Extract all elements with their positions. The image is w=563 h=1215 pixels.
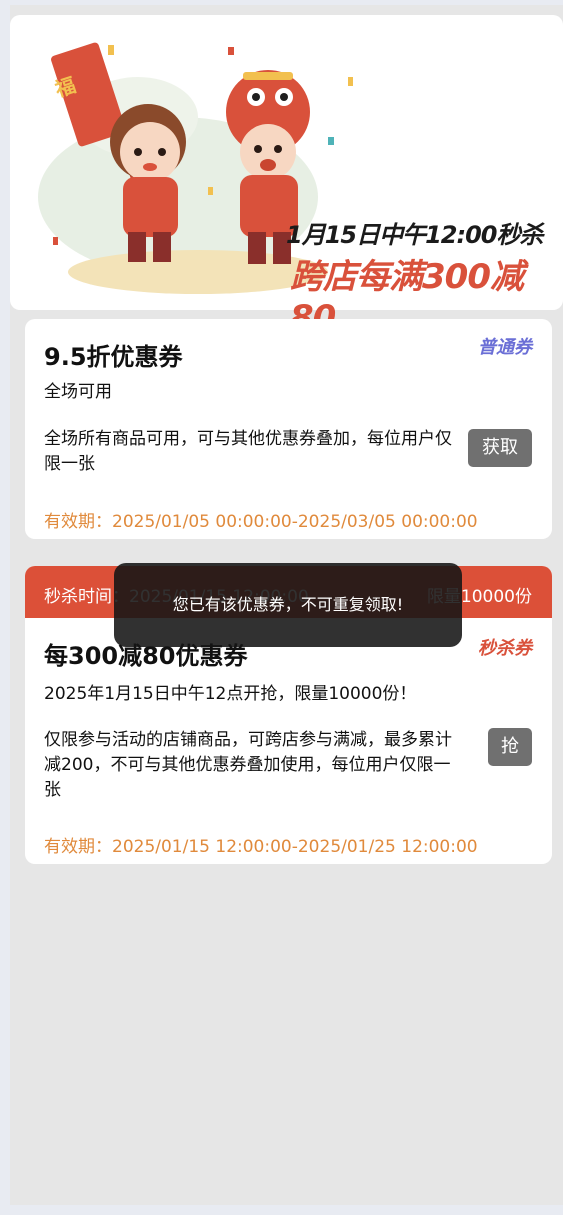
toast-message: 您已有该优惠券，不可重复领取!: [114, 563, 462, 647]
coupon-card: 9.5折优惠券 普通券 全场可用 全场所有商品可用，可与其他优惠券叠加，每位用户…: [25, 319, 552, 539]
coupon-scope: 全场可用: [44, 382, 112, 402]
promo-banner[interactable]: 福 1月15日中午12:00秒杀 跨店每满300减80: [10, 15, 563, 338]
banner-headline: 1月15日中午12:00秒杀: [286, 221, 543, 249]
coupon-validity: 有效期：2025/01/05 00:00:00-2025/03/05 00:00…: [44, 512, 478, 532]
coupon-type-badge: 普通券: [478, 337, 532, 358]
page-left-gutter: [0, 0, 10, 1215]
coupon-description: 仅限参与活动的店铺商品，可跨店参与满减，最多累计减200，不可与其他优惠券叠加使…: [44, 730, 452, 800]
get-coupon-button[interactable]: 获取: [468, 429, 532, 467]
coupon-description: 全场所有商品可用，可与其他优惠券叠加，每位用户仅限一张: [44, 429, 452, 474]
coupon-title: 9.5折优惠券: [44, 343, 183, 371]
coupon-type-badge: 秒杀券: [478, 638, 532, 659]
coupon-validity: 有效期：2025/01/15 12:00:00-2025/01/25 12:00…: [44, 837, 478, 857]
grab-coupon-button[interactable]: 抢: [488, 728, 532, 766]
coupon-scope: 2025年1月15日中午12点开抢，限量10000份！: [44, 684, 417, 704]
